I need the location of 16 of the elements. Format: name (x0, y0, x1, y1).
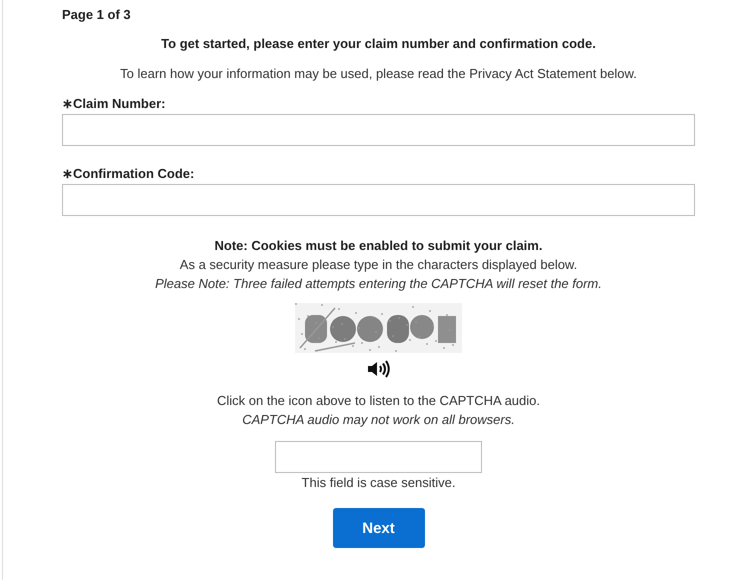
input-field[interactable] (62, 184, 695, 216)
field-label: ∗Confirmation Code: (62, 166, 196, 181)
page-indicator: Page 1 of 3 (62, 7, 132, 22)
privacy-note: To learn how your information may be used, please read the Privacy Act Statement below. (119, 66, 638, 81)
audio-instruction: Click on the icon above to listen to the CAPTCHA audio. (216, 392, 540, 410)
cookies-note: Note: Cookies must be enabled to submit your claim. (214, 237, 542, 255)
case-note: This field is case sensitive. (302, 474, 456, 492)
next-button[interactable]: Next (332, 508, 424, 548)
field-label: ∗Claim Number: (62, 96, 166, 111)
intro-text: To get started, please enter your claim number and confirmation code. (160, 36, 597, 51)
captcha-input-field[interactable] (275, 441, 482, 473)
speaker-icon[interactable] (366, 359, 390, 379)
audio-warning: CAPTCHA audio may not work on all browsers. (242, 411, 515, 429)
attempts-note: Please Note: Three failed attempts entering the CAPTCHA will reset the form. (155, 275, 602, 293)
security-note: As a security measure please type in the characters displayed below. (180, 256, 578, 274)
input-field[interactable] (62, 114, 695, 146)
